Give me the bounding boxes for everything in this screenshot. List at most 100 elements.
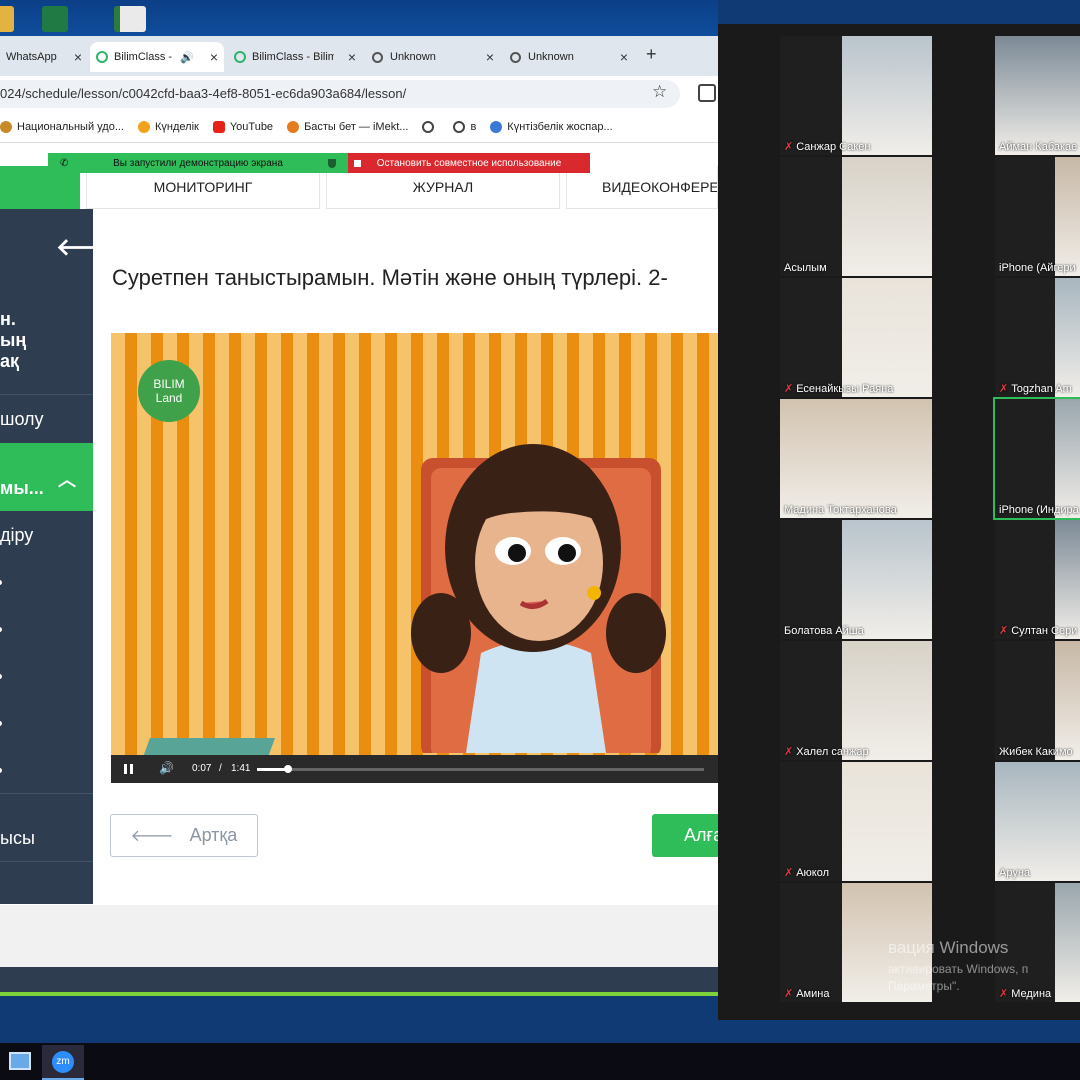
stop-sharing-button[interactable]: Остановить совместное использование bbox=[348, 153, 590, 173]
seek-bar[interactable] bbox=[257, 768, 704, 771]
bookmark-item[interactable] bbox=[422, 121, 439, 133]
windows-taskbar bbox=[0, 1043, 1080, 1080]
chevron-up-icon[interactable]: ︿ bbox=[58, 466, 76, 492]
desktop-switcher-icon[interactable] bbox=[9, 1052, 31, 1070]
windows-activation-hint: активировать Windows, п Параметры". bbox=[888, 961, 1028, 995]
close-icon[interactable]: × bbox=[210, 49, 218, 65]
participant-tile[interactable]: ✗ Togzhan Am bbox=[995, 278, 1080, 397]
participant-tile[interactable]: Мадина Токтарханова bbox=[780, 399, 932, 518]
bookmark-star-icon[interactable]: ☆ bbox=[652, 82, 667, 102]
participant-name-label: Есенайкызы Раяна bbox=[796, 383, 894, 395]
sidebar-heading-line: ың bbox=[0, 330, 27, 350]
participant-name-label: Аруна bbox=[999, 867, 1031, 879]
close-icon[interactable]: × bbox=[74, 49, 82, 65]
back-button[interactable]: 🡐 Артқа bbox=[110, 814, 258, 857]
seek-handle[interactable] bbox=[284, 765, 293, 773]
time-separator: / bbox=[219, 763, 222, 774]
participant-video bbox=[995, 36, 1080, 155]
video-controls: 🔊 0:07 / 1:41 bbox=[111, 755, 718, 783]
mic-muted-icon: ✗ bbox=[999, 625, 1009, 637]
participant-tile[interactable]: Жибек Какимо bbox=[995, 641, 1080, 760]
share-status-text: Вы запустили демонстрацию экрана bbox=[113, 157, 283, 169]
tab-label: ЖУРНАЛ bbox=[412, 179, 474, 195]
participant-video bbox=[842, 520, 932, 639]
participant-name: iPhone (Айгери bbox=[999, 262, 1076, 274]
sidebar-item-active[interactable] bbox=[0, 443, 93, 511]
participant-tile[interactable]: Болатова Айша bbox=[780, 520, 932, 639]
back-arrow-icon[interactable]: 🡐 bbox=[56, 232, 120, 262]
tab-unknown-1[interactable]: Unknown × bbox=[366, 42, 500, 72]
participant-video bbox=[1055, 399, 1080, 518]
bookmark-item[interactable]: YouTube bbox=[212, 121, 273, 133]
participant-tile[interactable]: Айман Кабакае bbox=[995, 36, 1080, 155]
mic-muted-icon: ✗ bbox=[784, 141, 794, 153]
participant-video bbox=[780, 399, 932, 518]
tab-label: BilimClass - bbox=[114, 51, 173, 63]
close-icon[interactable]: × bbox=[348, 49, 356, 65]
participant-name-label: Болатова Айша bbox=[784, 625, 864, 637]
participant-name: Айман Кабакае bbox=[999, 141, 1077, 153]
participant-tile[interactable]: ✗ Халел санжар bbox=[780, 641, 932, 760]
tab-unknown-2[interactable]: Unknown × bbox=[504, 42, 634, 72]
next-button[interactable]: Алға bbox=[652, 814, 718, 857]
project-shortcut-icon[interactable] bbox=[114, 6, 146, 32]
close-icon[interactable]: × bbox=[486, 49, 494, 65]
participant-video bbox=[995, 762, 1080, 881]
participant-tile[interactable]: ✗ Султан Сери bbox=[995, 520, 1080, 639]
bookmark-item[interactable]: в bbox=[453, 121, 476, 133]
tab-bilimclass-active[interactable]: BilimClass - 🔊 × bbox=[90, 42, 224, 72]
participant-video bbox=[842, 157, 932, 276]
globe-icon bbox=[372, 51, 383, 63]
participant-name-label: iPhone (Айгери bbox=[999, 262, 1076, 274]
sidebar-item-label[interactable]: діру bbox=[0, 525, 33, 546]
sidebar-item-label: мы... bbox=[0, 478, 44, 498]
bilimland-logo: BILIM Land bbox=[138, 360, 200, 422]
participant-name-label: Аюкол bbox=[796, 867, 830, 879]
desktop-shortcut-icon[interactable] bbox=[0, 6, 14, 32]
participant-tile[interactable]: iPhone (Айгери bbox=[995, 157, 1080, 276]
volume-icon[interactable]: 🔊 bbox=[159, 761, 174, 775]
mic-muted-icon: ✗ bbox=[784, 383, 794, 395]
participant-name-label: Халел санжар bbox=[796, 746, 869, 758]
tab-whatsapp[interactable]: WhatsApp × bbox=[0, 42, 88, 72]
participant-name: ✗ Амина bbox=[784, 987, 829, 1000]
participant-video bbox=[1055, 520, 1080, 639]
bookmark-item[interactable]: Күнделік bbox=[138, 121, 199, 133]
participant-tile[interactable]: ✗ Санжар Сакен bbox=[780, 36, 932, 155]
watermark-text: Параметры". bbox=[888, 979, 960, 993]
bookmark-label: в bbox=[470, 121, 477, 133]
participant-tile[interactable]: ✗ Аюкол bbox=[780, 762, 932, 881]
participant-tile[interactable]: Аруна bbox=[995, 762, 1080, 881]
address-bar[interactable]: 024/schedule/lesson/c0042cfd-baa3-4ef8-8… bbox=[0, 80, 680, 108]
bookmark-favicon-icon bbox=[0, 121, 12, 133]
new-tab-button[interactable]: + bbox=[646, 44, 657, 65]
zoom-icon: zm bbox=[52, 1050, 74, 1073]
participant-video bbox=[1055, 883, 1080, 1002]
lesson-title: Суретпен таныстырамын. Мәтін және оның т… bbox=[112, 265, 668, 290]
sidebar-item-label[interactable]: ысы bbox=[0, 828, 35, 849]
bookmark-item[interactable]: Национальный удо... bbox=[0, 121, 124, 133]
calendar-plan-icon bbox=[490, 121, 503, 133]
divider bbox=[0, 394, 93, 395]
video-player[interactable]: BILIM Land bbox=[111, 333, 718, 783]
stop-sharing-label: Остановить совместное использование bbox=[376, 157, 562, 169]
extensions-icon[interactable] bbox=[698, 84, 716, 102]
sidebar-item-review[interactable]: шолу bbox=[0, 409, 44, 430]
participant-video bbox=[1055, 278, 1080, 397]
participant-tile[interactable]: Асылым bbox=[780, 157, 932, 276]
duration: 1:41 bbox=[231, 763, 251, 774]
close-icon[interactable]: × bbox=[620, 49, 628, 65]
logo-text: BILIM bbox=[153, 377, 185, 391]
excel-shortcut-icon[interactable] bbox=[42, 6, 68, 32]
participant-name: Асылым bbox=[784, 262, 827, 274]
bilimclass-favicon-icon bbox=[96, 51, 108, 63]
page-footer-bar bbox=[0, 967, 718, 992]
zoom-app-icon[interactable]: zm bbox=[42, 1045, 84, 1080]
bookmark-item[interactable]: Басты бет — iMekt... bbox=[287, 121, 408, 133]
pause-icon[interactable] bbox=[124, 764, 133, 774]
bookmark-item[interactable]: Күнтізбелік жоспар... bbox=[490, 121, 613, 133]
tab-bilimclass[interactable]: BilimClass - Bilim × bbox=[228, 42, 362, 72]
participant-tile[interactable]: iPhone (Индира bbox=[993, 397, 1080, 520]
participant-tile[interactable]: ✗ Есенайкызы Раяна bbox=[780, 278, 932, 397]
participant-name: Мадина Токтарханова bbox=[784, 504, 897, 516]
